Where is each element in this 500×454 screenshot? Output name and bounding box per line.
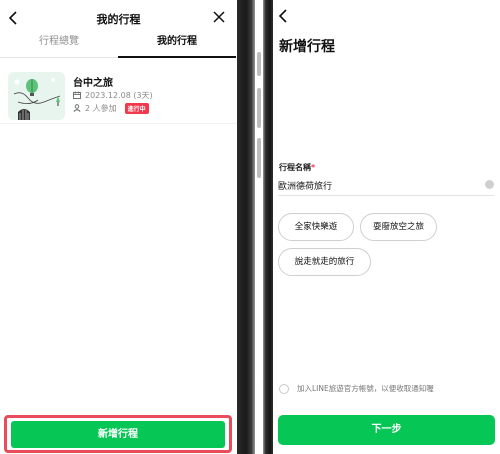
optin-text: 加入LINE旅遊官方帳號，以便收取通知喔 — [297, 384, 434, 393]
close-icon[interactable] — [211, 9, 227, 25]
side-button — [257, 88, 261, 128]
trip-name-input[interactable] — [278, 176, 494, 196]
suggestion-chip[interactable]: 耍廢放空之旅 — [360, 213, 437, 241]
new-trip-button[interactable]: 新增行程 — [11, 421, 225, 448]
left-screen: 我的行程 行程總覽 我的行程 台中之旅 2023.12.08 (3天) 2 人參… — [0, 0, 237, 454]
person-icon — [73, 103, 81, 114]
side-button — [257, 52, 261, 76]
trip-participants-row: 2 人參加 進行中 — [73, 103, 149, 114]
optin-radio[interactable] — [279, 383, 289, 394]
phone-frame-left — [237, 0, 255, 454]
trip-card[interactable]: 台中之旅 2023.12.08 (3天) 2 人參加 進行中 — [0, 66, 237, 124]
tab-overview[interactable]: 行程總覽 — [0, 30, 118, 58]
trip-thumbnail — [8, 72, 65, 120]
tab-my-trips[interactable]: 我的行程 — [118, 30, 236, 58]
suggestion-chip[interactable]: 說走就走的旅行 — [278, 248, 371, 276]
optin-row[interactable]: 加入LINE旅遊官方帳號，以便收取通知喔 — [279, 383, 434, 394]
tab-bar: 行程總覽 我的行程 — [0, 30, 237, 58]
trip-name: 台中之旅 — [73, 78, 113, 89]
calendar-icon — [73, 91, 81, 101]
trip-name-label-text: 行程名稱 — [279, 163, 311, 172]
required-mark: * — [311, 163, 316, 172]
trip-name-label: 行程名稱* — [279, 162, 315, 173]
phone-frame-right — [263, 0, 273, 454]
side-button — [257, 138, 261, 178]
suggestion-chip[interactable]: 全家快樂遊 — [278, 213, 354, 241]
trip-participants: 2 人參加 — [85, 104, 117, 113]
trip-date-row: 2023.12.08 (3天) — [73, 90, 153, 101]
page-title: 新增行程 — [279, 39, 335, 55]
trip-date: 2023.12.08 (3天) — [85, 91, 153, 100]
clear-icon[interactable] — [485, 180, 494, 193]
back-arrow-icon[interactable] — [278, 8, 292, 24]
right-screen: 新增行程 行程名稱* 全家快樂遊 耍廢放空之旅 說走就走的旅行 加入LINE旅遊… — [273, 0, 500, 454]
status-badge: 進行中 — [124, 103, 149, 114]
page-title: 我的行程 — [96, 13, 141, 26]
next-button[interactable]: 下一步 — [278, 415, 495, 445]
